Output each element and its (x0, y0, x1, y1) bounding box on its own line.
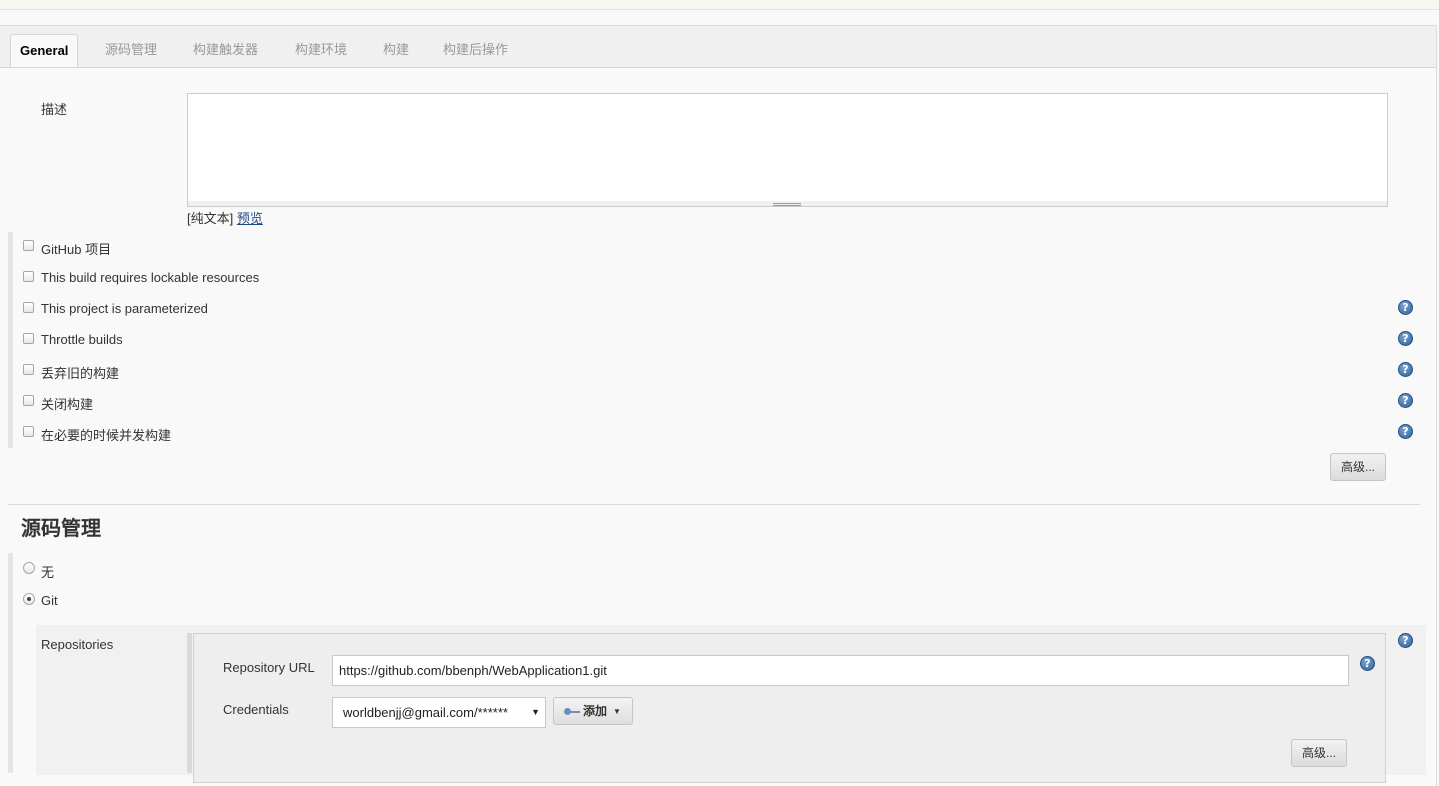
parameterized-checkbox[interactable] (23, 302, 34, 313)
lockable-resources-label[interactable]: This build requires lockable resources (41, 270, 259, 285)
markup-plain-text-label: [纯文本] (187, 211, 234, 226)
parameterized-label[interactable]: This project is parameterized (41, 301, 208, 316)
tab-build[interactable]: 构建 (383, 34, 409, 67)
repository-advanced-button[interactable]: 高级... (1291, 739, 1347, 767)
concurrent-build-label[interactable]: 在必要的时候并发构建 (41, 425, 171, 444)
tab-build-environment[interactable]: 构建环境 (295, 34, 347, 67)
scm-git-label[interactable]: Git (41, 593, 58, 608)
help-icon[interactable]: ? (1398, 362, 1413, 377)
general-options-bar (8, 232, 13, 448)
add-credentials-label: 添加 (583, 704, 608, 718)
description-label: 描述 (41, 102, 68, 117)
scm-none-label[interactable]: 无 (41, 562, 54, 581)
tab-scm[interactable]: 源码管理 (105, 34, 157, 67)
top-strip (0, 0, 1439, 10)
repository-url-label: Repository URL (223, 660, 315, 675)
chevron-down-icon: ▼ (531, 707, 540, 717)
description-textarea[interactable] (187, 93, 1388, 202)
credentials-label: Credentials (223, 702, 289, 717)
scm-section-title: 源码管理 (21, 518, 101, 540)
help-icon[interactable]: ? (1398, 424, 1413, 439)
help-icon[interactable]: ? (1398, 300, 1413, 315)
key-icon (564, 707, 580, 716)
disable-build-checkbox[interactable] (23, 395, 34, 406)
tab-build-triggers[interactable]: 构建触发器 (193, 34, 258, 67)
tab-general[interactable]: General (10, 34, 79, 67)
scm-none-radio[interactable] (23, 562, 35, 574)
throttle-builds-checkbox[interactable] (23, 333, 34, 344)
discard-old-builds-label[interactable]: 丢弃旧的构建 (41, 363, 119, 382)
help-icon[interactable]: ? (1398, 393, 1413, 408)
help-icon[interactable]: ? (1360, 656, 1375, 671)
github-project-checkbox[interactable] (23, 240, 34, 251)
scm-git-radio[interactable] (23, 593, 35, 605)
general-advanced-button[interactable]: 高级... (1330, 453, 1386, 481)
section-divider (8, 504, 1420, 505)
preview-link[interactable]: 预览 (237, 211, 263, 226)
disable-build-label[interactable]: 关闭构建 (41, 394, 93, 413)
concurrent-build-checkbox[interactable] (23, 426, 34, 437)
tab-post-build[interactable]: 构建后操作 (443, 34, 508, 67)
lockable-resources-checkbox[interactable] (23, 271, 34, 282)
discard-old-builds-checkbox[interactable] (23, 364, 34, 375)
add-credentials-button[interactable]: 添加 ▼ (553, 697, 633, 725)
github-project-label[interactable]: GitHub 项目 (41, 239, 111, 258)
repositories-bar (187, 633, 192, 773)
markup-formatter: [纯文本] 预览 (187, 208, 263, 227)
throttle-builds-label[interactable]: Throttle builds (41, 332, 123, 347)
help-icon[interactable]: ? (1398, 633, 1413, 648)
scm-options-bar (8, 553, 13, 773)
chevron-down-icon: ▼ (613, 706, 621, 716)
repository-url-input[interactable] (332, 655, 1349, 686)
resize-grip-icon[interactable] (773, 203, 801, 206)
credentials-select[interactable]: worldbenjj@gmail.com/****** ▼ (332, 697, 546, 728)
credentials-selected-value: worldbenjj@gmail.com/****** (343, 705, 508, 720)
help-icon[interactable]: ? (1398, 331, 1413, 346)
repositories-label: Repositories (41, 637, 114, 652)
